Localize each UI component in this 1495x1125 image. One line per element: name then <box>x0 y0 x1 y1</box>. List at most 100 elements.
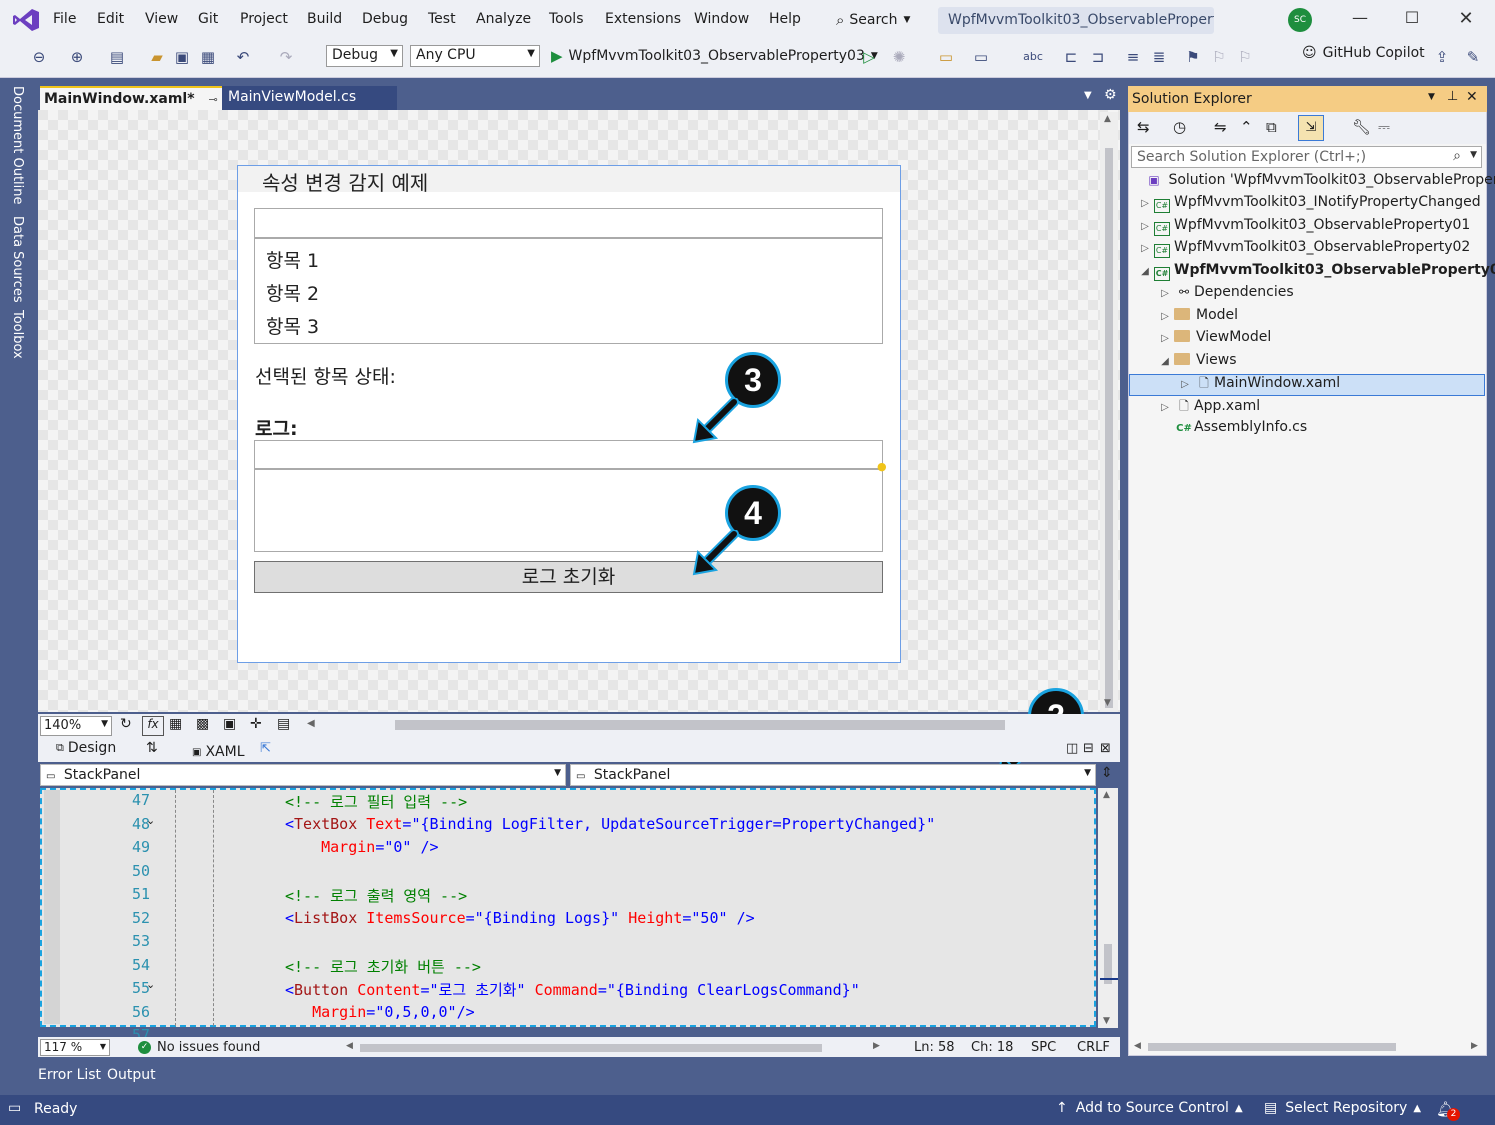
designer-zoom-select[interactable]: 140% ▼ <box>40 716 112 736</box>
save-icon[interactable]: ▣ <box>171 46 193 68</box>
spacing-indicator[interactable]: SPC <box>1031 1040 1056 1055</box>
list-item[interactable]: 항목 2 <box>266 279 319 306</box>
code-line[interactable]: 50 <box>40 862 1094 885</box>
line-number-indicator[interactable]: Ln: 58 <box>914 1040 955 1055</box>
tree-item-project[interactable]: ▷ C# WpfMvvmToolkit03_INotifyPropertyChang… <box>1136 194 1481 216</box>
lightbulb-icon[interactable]: ● <box>877 460 887 473</box>
redo-icon[interactable]: ↷ <box>275 46 297 68</box>
gear-icon[interactable]: ⚙ <box>1104 87 1117 103</box>
tab-error-list[interactable]: Error List <box>38 1067 101 1083</box>
expand-icon[interactable]: ▷ <box>1156 288 1174 299</box>
navigate-forward-icon[interactable]: ⊕ <box>66 46 88 68</box>
designer-horizontal-scrollbar[interactable] <box>395 720 1005 730</box>
tree-item-folder-views[interactable]: ◢ Views <box>1156 352 1236 374</box>
log-filter-textbox-preview[interactable] <box>254 208 883 238</box>
new-project-icon[interactable]: ▤ <box>106 46 128 68</box>
tab-toolbox[interactable]: Toolbox <box>10 310 25 359</box>
menu-project[interactable]: Project <box>240 11 288 27</box>
tab-document-outline[interactable]: Document Outline <box>10 86 25 205</box>
indent-icon[interactable]: ≣ <box>1148 46 1170 68</box>
start-debugging-button[interactable]: ▶ WpfMvvmToolkit03_ObservableProperty03 … <box>551 45 878 67</box>
close-icon[interactable]: ✕ <box>1451 8 1481 32</box>
popout-icon[interactable]: ⇱ <box>260 741 271 756</box>
maximize-icon[interactable]: ☐ <box>1397 8 1427 32</box>
menu-build[interactable]: Build <box>307 11 342 27</box>
code-line[interactable]: 49 Margin="0" /> <box>40 838 1094 861</box>
tree-item-app-xaml[interactable]: ▷ 🗋︎ App.xaml <box>1156 397 1260 419</box>
code-line[interactable]: 55 <Button Content="로그 초기화" Command="{Bin… <box>40 979 1094 1002</box>
tab-output[interactable]: Output <box>107 1067 156 1083</box>
vertical-split-icon[interactable]: ◫ <box>1066 741 1078 756</box>
undo-icon[interactable]: ↶ <box>232 46 254 68</box>
tab-mainviewmodel-cs[interactable]: MainViewModel.cs <box>222 86 397 110</box>
snap-lines-icon[interactable]: ✛ <box>250 716 262 732</box>
menu-edit[interactable]: Edit <box>97 11 124 27</box>
scroll-left-icon[interactable]: ◀ <box>307 718 315 729</box>
tree-item-startup-project[interactable]: ◢ C# WpfMvvmToolkit03_ObservableProperty03 <box>1136 262 1495 284</box>
visual-studio-logo-icon[interactable] <box>12 8 40 32</box>
tree-item-assemblyinfo-cs[interactable]: C# AssemblyInfo.cs <box>1156 419 1307 441</box>
feedback-icon[interactable]: ✎ <box>1462 46 1484 68</box>
column-indicator[interactable]: Ch: 18 <box>971 1040 1013 1055</box>
scroll-down-icon[interactable]: ▼ <box>1103 1016 1110 1026</box>
element-scope-select[interactable]: ▭ StackPanel ▼ <box>40 764 566 786</box>
menu-help[interactable]: Help <box>769 11 801 27</box>
menu-window[interactable]: Window <box>694 11 749 27</box>
properties-wrench-icon[interactable]: 🔧︎ <box>1352 118 1371 136</box>
menu-analyze[interactable]: Analyze <box>476 11 531 27</box>
refresh-icon[interactable]: ↻ <box>120 716 132 732</box>
swap-panes-icon[interactable]: ⇅ <box>146 740 158 756</box>
scroll-left-icon[interactable]: ◀ <box>346 1041 353 1051</box>
menu-tools[interactable]: Tools <box>549 11 584 27</box>
folder-icon[interactable]: ▭ <box>935 46 957 68</box>
tree-item-project[interactable]: ▷ C# WpfMvvmToolkit03_ObservableProperty02 <box>1136 239 1470 261</box>
menu-view[interactable]: View <box>145 11 178 27</box>
code-line[interactable]: 52 <ListBox ItemsSource="{Binding Logs}" … <box>40 909 1094 932</box>
uncomment-icon[interactable]: ⊐ <box>1087 46 1109 68</box>
horizontal-split-icon[interactable]: ⊟ <box>1083 741 1094 756</box>
tab-data-sources[interactable]: Data Sources <box>10 216 25 303</box>
tree-item-project[interactable]: ▷ C# WpfMvvmToolkit03_ObservableProperty01 <box>1136 217 1470 239</box>
log-listbox-preview[interactable] <box>254 469 883 552</box>
tree-item-solution[interactable]: ▣ Solution 'WpfMvvmToolkit03_ObservableP… <box>1144 172 1495 194</box>
grid-icon[interactable]: ▦ <box>169 716 182 732</box>
tree-item-mainwindow-xaml[interactable]: ▷ 🗋︎ MainWindow.xaml <box>1176 374 1342 396</box>
menu-test[interactable]: Test <box>428 11 456 27</box>
sync-active-document-icon[interactable]: ⇋ <box>1214 118 1227 136</box>
layout-icon[interactable]: ▭ <box>970 46 992 68</box>
split-editor-icon[interactable]: ⇕ <box>1101 765 1113 781</box>
item-listbox-preview[interactable] <box>254 238 883 344</box>
scroll-right-icon[interactable]: ▶ <box>873 1041 880 1051</box>
designer-vertical-scrollbar[interactable]: ▲ ▼ <box>1100 112 1118 712</box>
collapse-icon[interactable]: ◢ <box>1136 266 1154 277</box>
platform-select[interactable]: Any CPU ▼ <box>410 45 540 67</box>
github-copilot-button[interactable]: ☺ GitHub Copilot <box>1302 45 1425 61</box>
log-filter-input-preview[interactable] <box>254 440 883 469</box>
pin-icon[interactable]: ⊸ <box>209 93 218 106</box>
open-folder-icon[interactable]: ▰ <box>146 46 168 68</box>
clear-logs-button-preview[interactable]: 로그 초기화 <box>254 561 883 593</box>
menu-debug[interactable]: Debug <box>362 11 408 27</box>
member-scope-select[interactable]: ▭ StackPanel ▼ <box>570 764 1096 786</box>
line-ending-indicator[interactable]: CRLF <box>1077 1040 1110 1055</box>
snap-grid-icon[interactable]: ▩ <box>196 716 209 732</box>
pin-icon[interactable]: ⊥ <box>1447 89 1458 104</box>
collapse-icon[interactable]: ◢ <box>1156 356 1174 367</box>
show-all-files-icon[interactable]: ⧉ <box>1266 118 1277 136</box>
collapse-icon[interactable]: ⌄ <box>146 978 155 991</box>
editor-zoom-select[interactable]: 117 % ▼ <box>40 1039 110 1056</box>
tree-item-folder-model[interactable]: ▷ Model <box>1156 307 1238 329</box>
scroll-down-icon[interactable]: ▼ <box>1104 698 1111 708</box>
code-line[interactable]: 56 Margin="0,5,0,0"/> <box>40 1003 1094 1026</box>
scroll-up-icon[interactable]: ▲ <box>1103 790 1110 800</box>
scroll-thumb[interactable] <box>1105 148 1113 708</box>
bookmark-icon[interactable]: ⚑ <box>1182 46 1204 68</box>
switch-views-icon[interactable]: ⇆ <box>1137 118 1150 136</box>
tab-mainwindow-xaml[interactable]: MainWindow.xaml* ⊸ ✕ <box>40 86 240 110</box>
code-line[interactable]: 53 <box>40 932 1094 955</box>
track-active-item-icon[interactable]: ⇲ <box>1298 115 1324 141</box>
expand-icon[interactable]: ▷ <box>1136 198 1154 209</box>
code-line[interactable]: 54 <!-- 로그 초기화 버튼 --> <box>40 956 1094 979</box>
expand-icon[interactable]: ▷ <box>1156 402 1174 413</box>
collapse-icon[interactable]: ⌄ <box>146 814 155 827</box>
